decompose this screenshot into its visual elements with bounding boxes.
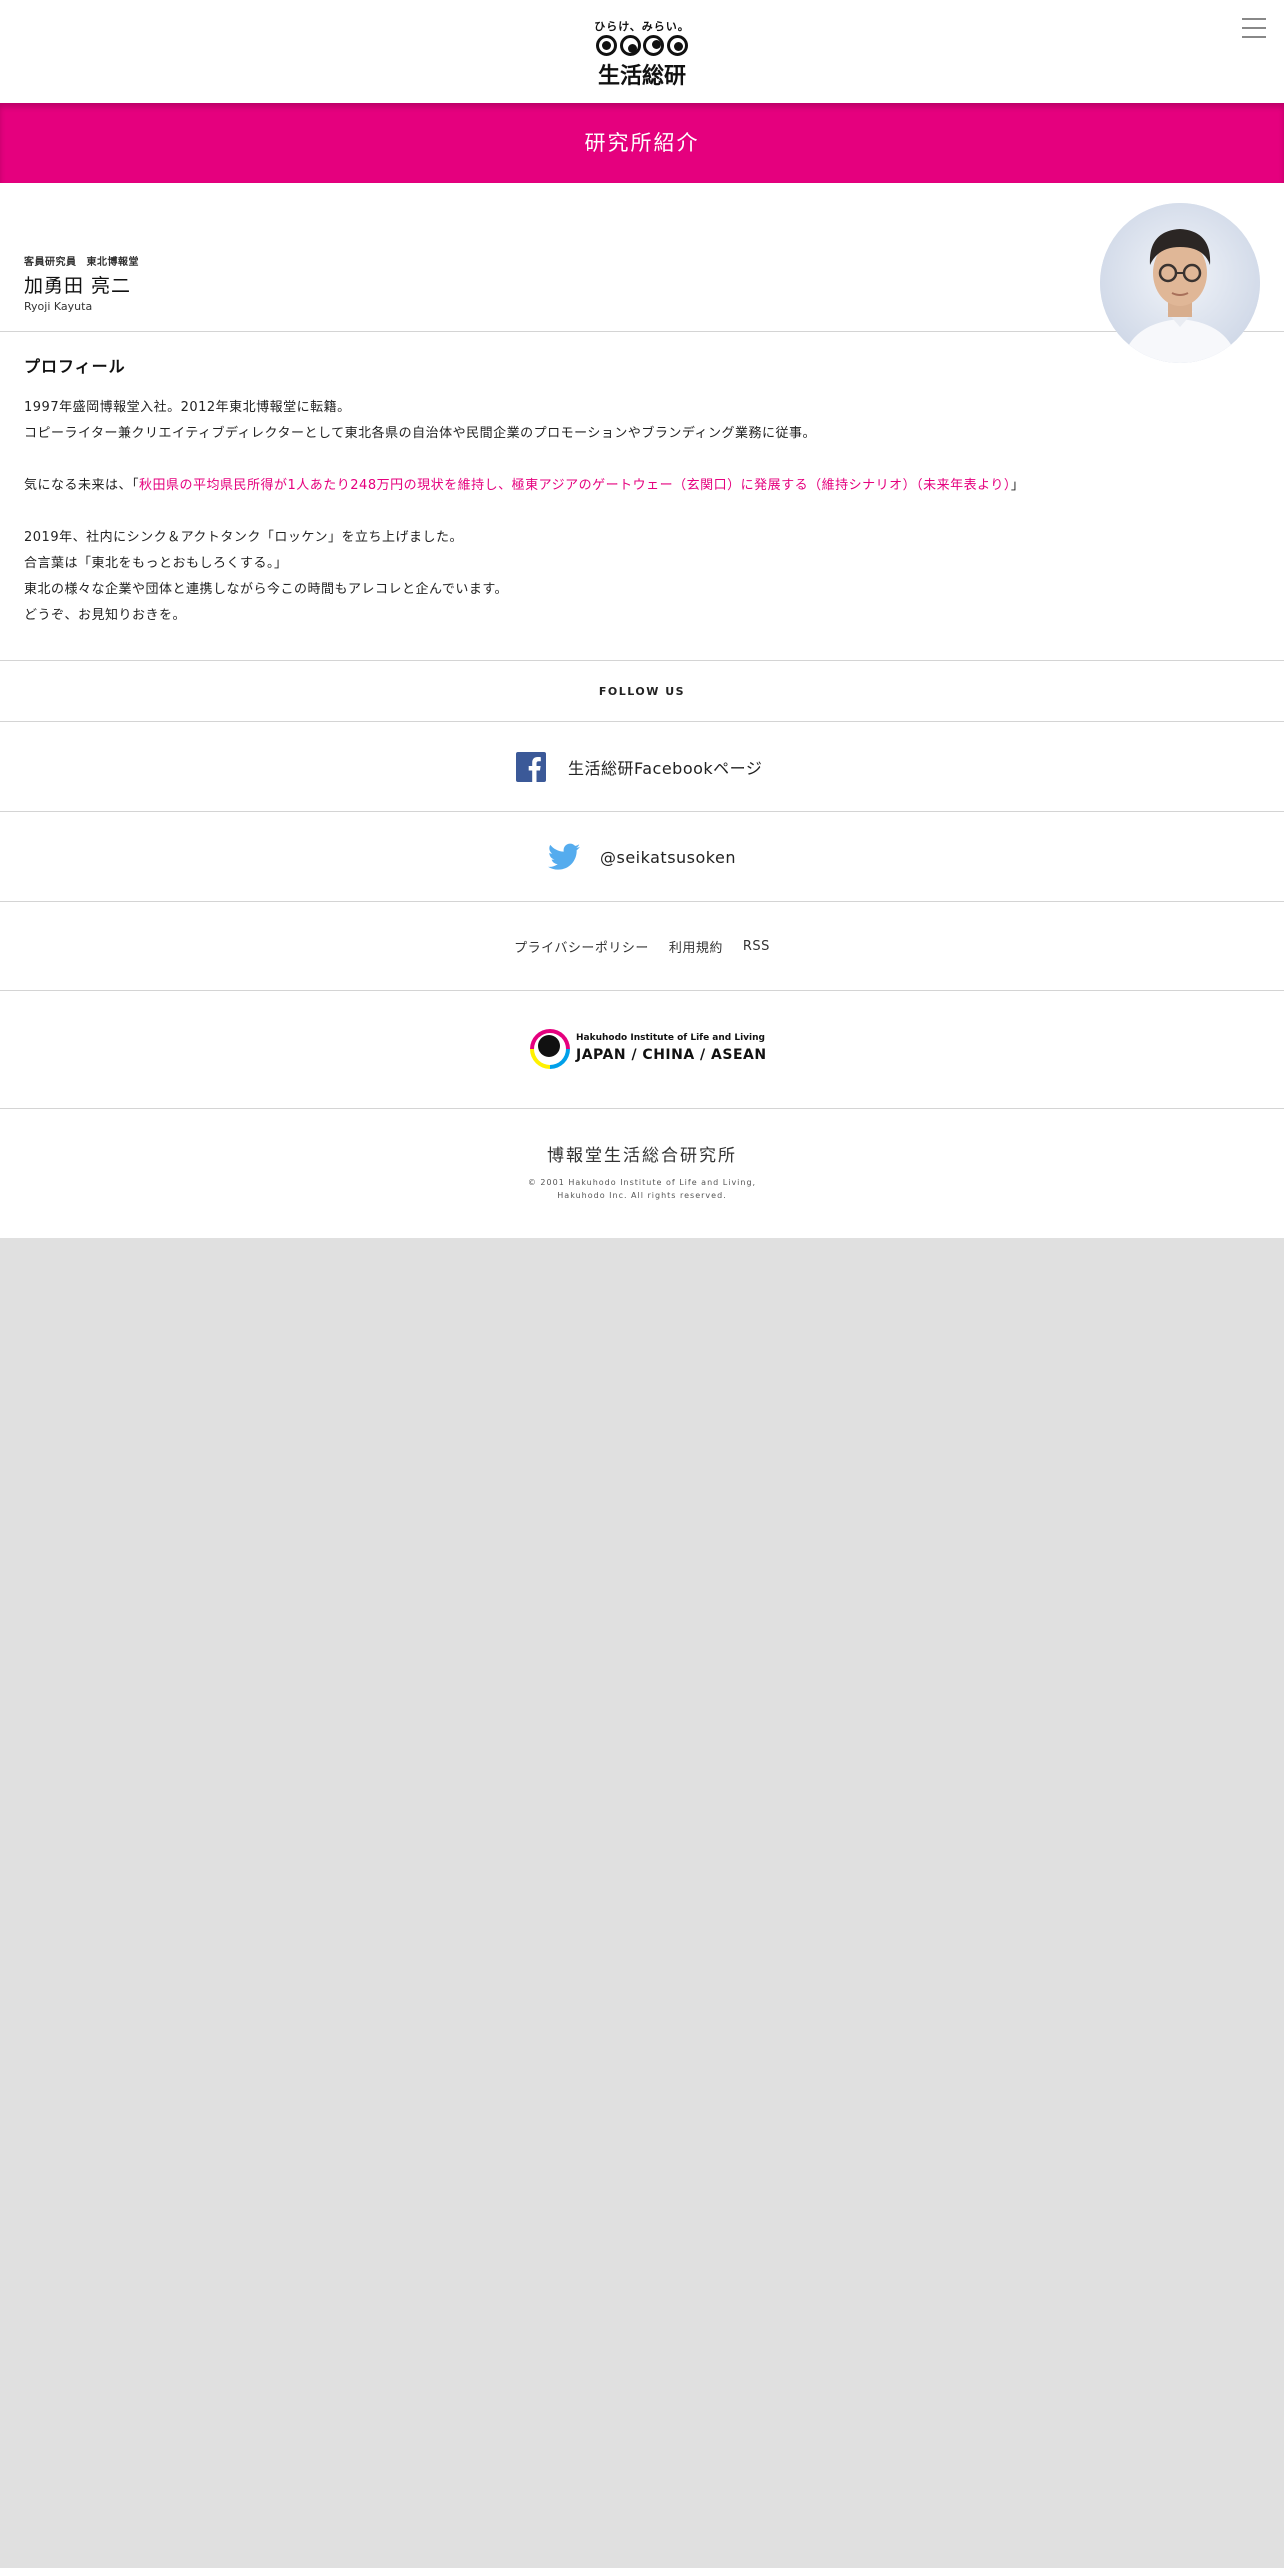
profile-body: プロフィール 1997年盛岡博報堂入社。2012年東北博報堂に転籍。 コピーライ…	[24, 353, 1264, 629]
twitter-row: @seikatsusoken	[0, 811, 1284, 901]
terms-link[interactable]: 利用規約	[669, 937, 723, 956]
page-title: 研究所紹介	[584, 131, 700, 155]
twitter-link[interactable]: @seikatsusoken	[548, 812, 736, 902]
brand-section: Hakuhodo Institute of Life and Living JA…	[0, 990, 1284, 1108]
title-bar: 研究所紹介	[0, 103, 1284, 183]
future-text: 気になる未来は、「秋田県の平均県民所得が1人あたり248万円の現状を維持し、極東…	[24, 473, 1264, 499]
copyright-text: © 2001 Hakuhodo Institute of Life and Li…	[0, 1176, 1284, 1202]
future-highlight: 秋田県の平均県民所得が1人あたり248万円の現状を維持し、極東アジアのゲートウェ…	[139, 478, 1011, 493]
logo-eye-icon	[596, 35, 617, 56]
profile-text: コピーライター兼クリエイティブディレクターとして東北各県の自治体や民間企業のプロ…	[24, 426, 816, 441]
section-title: プロフィール	[24, 357, 126, 376]
profile-text: 1997年盛岡博報堂入社。2012年東北博報堂に転籍。	[24, 400, 351, 415]
organization-name: 博報堂生活総合研究所	[547, 1146, 737, 1166]
page: ひらけ、みらい。 生活総研 研究所紹介 客員研究員 東北博報堂 加勇田 亮二 Ry…	[0, 0, 1284, 1238]
copyright-line: Hakuhodo Inc. All rights reserved.	[557, 1191, 727, 1200]
person-role: 客員研究員 東北博報堂	[24, 253, 139, 268]
logo-name: 生活総研	[597, 64, 686, 89]
logo-eye-icon	[643, 35, 665, 56]
facebook-icon	[516, 752, 546, 782]
logo-tagline: ひらけ、みらい。	[594, 20, 690, 33]
privacy-policy-link[interactable]: プライバシーポリシー	[514, 937, 649, 956]
brand-logo[interactable]: Hakuhodo Institute of Life and Living JA…	[530, 1027, 766, 1071]
brand-subtitle: Hakuhodo Institute of Life and Living	[576, 1033, 765, 1043]
twitter-icon	[548, 843, 580, 870]
follow-us-label: FOLLOW US	[598, 685, 686, 698]
rss-link[interactable]: RSS	[743, 939, 770, 954]
profile-text: 合言葉は「東北をもっとおもしろくする。」	[24, 556, 288, 571]
logo-eyes	[596, 35, 688, 56]
profile-text: どうぞ、お見知りおきを。	[24, 608, 187, 623]
facebook-link[interactable]: 生活総研Facebookページ	[516, 722, 762, 812]
twitter-label: @seikatsusoken	[600, 847, 736, 867]
profile-text: 2019年、社内にシンク＆アクトタンク「ロッケン」を立ち上げました。	[24, 530, 464, 545]
future-suffix: 」	[1010, 478, 1025, 493]
site-header: ひらけ、みらい。 生活総研	[0, 0, 1284, 103]
footer-links: プライバシーポリシー 利用規約 RSS	[0, 901, 1284, 990]
profile-text: 東北の様々な企業や団体と連携しながら今この時間もアレコレと企んでいます。	[24, 582, 509, 597]
logo-eye-icon	[619, 35, 641, 56]
facebook-label: 生活総研Facebookページ	[568, 759, 763, 778]
profile-header: 客員研究員 東北博報堂 加勇田 亮二 Ryoji Kayuta	[0, 183, 1284, 363]
person-name: 加勇田 亮二	[24, 275, 132, 297]
copyright-line: © 2001 Hakuhodo Institute of Life and Li…	[527, 1178, 757, 1187]
portrait-photo	[1100, 203, 1260, 363]
logo-eye-icon	[666, 35, 688, 56]
person-name-en: Ryoji Kayuta	[24, 300, 93, 313]
role-title: 客員研究員	[24, 257, 77, 268]
role-affiliation: 東北博報堂	[86, 257, 139, 268]
brand-mark-icon	[530, 1029, 570, 1069]
future-prefix: 気になる未来は、「	[24, 478, 140, 493]
site-logo[interactable]: ひらけ、みらい。 生活総研	[594, 18, 690, 89]
follow-us-section: FOLLOW US	[0, 660, 1284, 721]
menu-icon[interactable]	[1242, 18, 1266, 38]
facebook-row: 生活総研Facebookページ	[0, 721, 1284, 811]
copyright-section: 博報堂生活総合研究所 © 2001 Hakuhodo Institute of …	[0, 1108, 1284, 1238]
brand-regions: JAPAN / CHINA / ASEAN	[576, 1047, 767, 1063]
